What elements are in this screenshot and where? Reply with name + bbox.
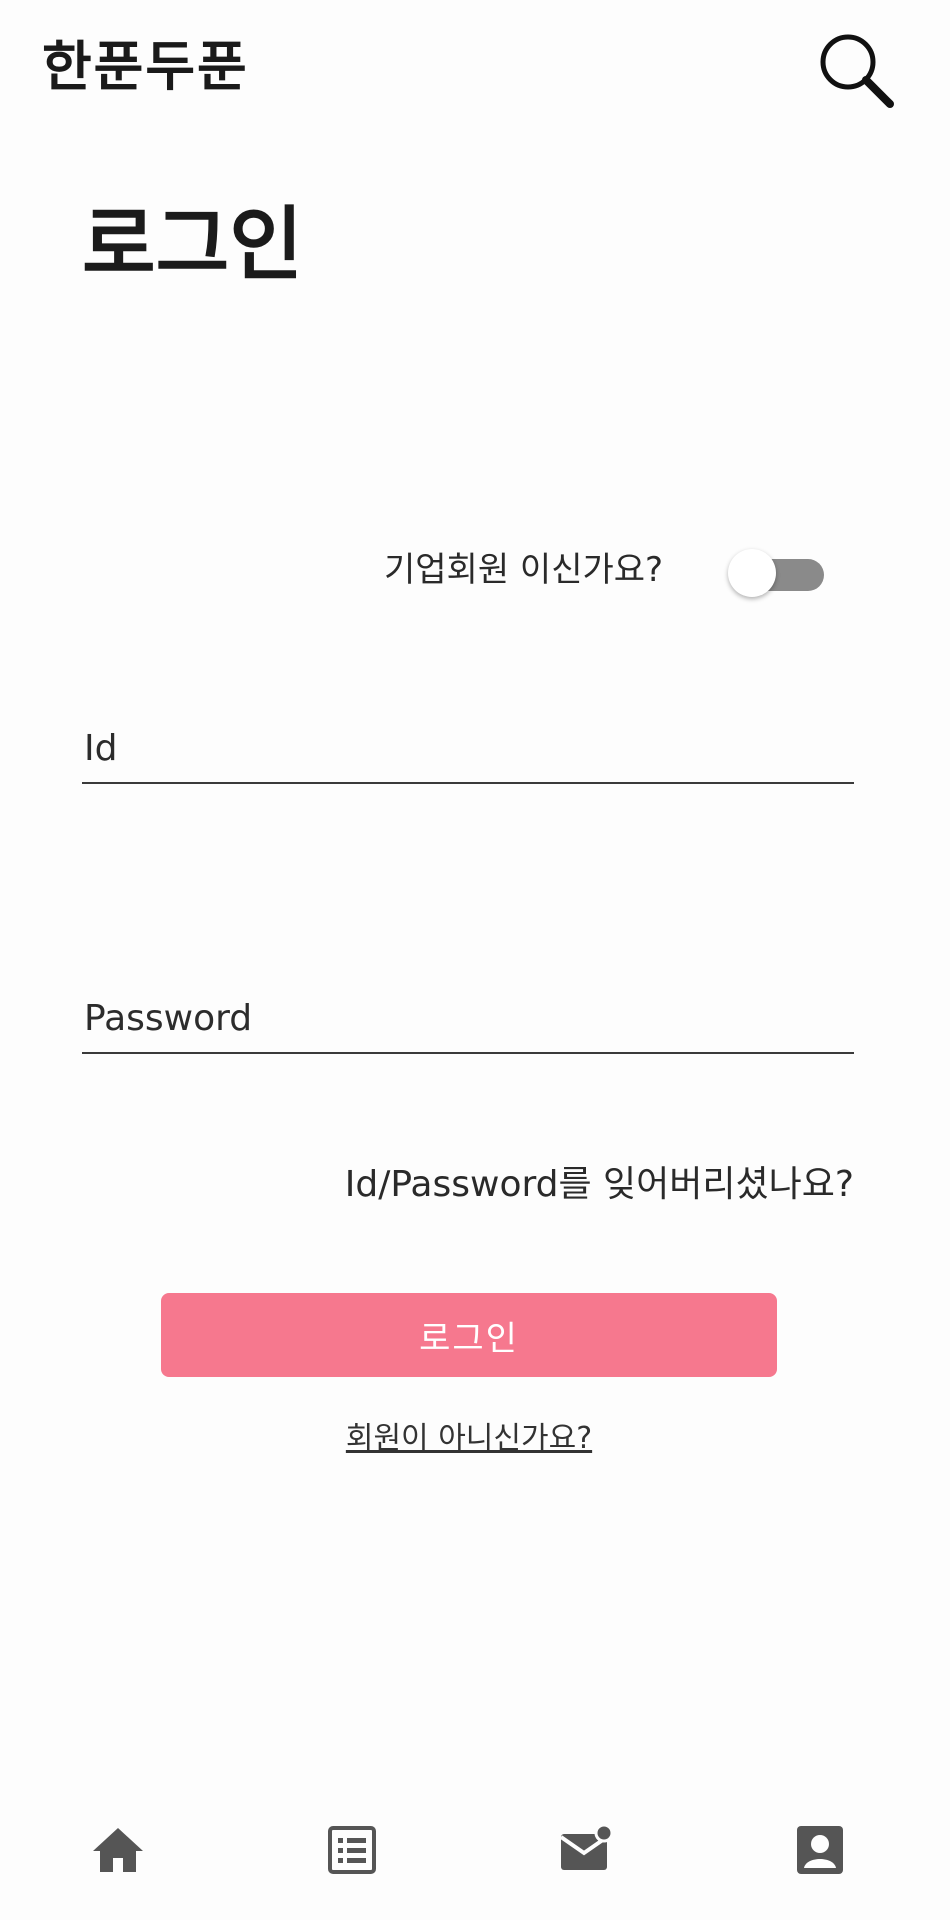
list-icon bbox=[328, 1826, 376, 1874]
mail-icon bbox=[559, 1823, 614, 1870]
search-button[interactable] bbox=[812, 28, 902, 118]
app-logo: 한푼두푼 bbox=[42, 35, 249, 98]
password-input[interactable] bbox=[82, 988, 858, 1048]
password-field bbox=[82, 972, 858, 1054]
home-icon bbox=[93, 1828, 143, 1872]
nav-mail[interactable] bbox=[556, 1820, 616, 1880]
id-input[interactable] bbox=[82, 718, 858, 778]
nav-profile[interactable] bbox=[790, 1820, 850, 1880]
bottom-nav bbox=[0, 1800, 950, 1900]
id-field bbox=[82, 702, 858, 784]
signup-link[interactable]: 회원이 아니신가요? bbox=[0, 1415, 938, 1463]
corporate-member-label: 기업회원 이신가요? bbox=[384, 550, 664, 590]
nav-home[interactable] bbox=[88, 1820, 148, 1880]
corporate-member-toggle[interactable] bbox=[728, 546, 828, 597]
forgot-credentials-link[interactable]: Id/Password를 잊어버리셨나요? bbox=[345, 1160, 854, 1210]
nav-list[interactable] bbox=[322, 1820, 382, 1880]
login-button[interactable]: 로그인 bbox=[161, 1293, 777, 1377]
search-icon bbox=[820, 34, 894, 108]
toggle-knob bbox=[728, 549, 776, 597]
corporate-member-row: 기업회원 이신가요? bbox=[380, 540, 830, 600]
app-header: 한푼두푼 bbox=[0, 0, 950, 140]
page-title: 로그인 bbox=[82, 198, 303, 291]
profile-icon bbox=[797, 1826, 843, 1874]
